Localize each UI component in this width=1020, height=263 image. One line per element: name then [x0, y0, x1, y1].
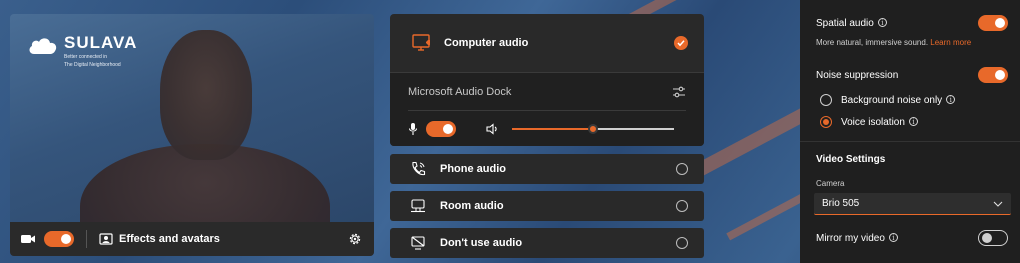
- noise-option-voice-isolation[interactable]: Voice isolation i: [820, 114, 1008, 130]
- noise-option-text: Voice isolation: [841, 116, 905, 128]
- phone-icon: [412, 161, 426, 176]
- spatial-audio-description: More natural, immersive sound. Learn mor…: [816, 36, 1008, 48]
- speaker-volume-slider[interactable]: [512, 124, 674, 134]
- speaker-icon: [486, 123, 497, 135]
- logo-tagline: Better connected in: [64, 54, 108, 60]
- info-icon[interactable]: i: [888, 232, 898, 242]
- learn-more-link[interactable]: Learn more: [930, 38, 971, 47]
- video-preview: SULAVA Better connected in The Digital N…: [10, 14, 374, 256]
- effects-and-avatars-button[interactable]: Effects and avatars: [119, 233, 220, 245]
- preview-toolbar: Effects and avatars: [10, 222, 374, 256]
- computer-audio-details: Microsoft Audio Dock: [390, 72, 704, 146]
- spatial-audio-label: Spatial audio: [816, 17, 874, 29]
- microphone-toggle[interactable]: [426, 121, 456, 137]
- noise-suppression-label: Noise suppression: [816, 69, 899, 81]
- info-icon[interactable]: i: [877, 17, 887, 27]
- device-settings-panel: Spatial audio i More natural, immersive s…: [800, 0, 1020, 263]
- audio-option-room[interactable]: Room audio: [390, 191, 704, 221]
- camera-label: Camera: [816, 178, 845, 188]
- spatial-audio-desc: More natural, immersive sound. Learn mor…: [816, 38, 971, 47]
- audio-option-label: Phone audio: [440, 163, 506, 175]
- noise-option-text: Background noise only: [841, 94, 943, 106]
- mirror-video-title: Mirror my video i: [816, 232, 978, 244]
- camera-icon: [21, 235, 35, 243]
- audio-option-phone[interactable]: Phone audio: [390, 154, 704, 184]
- volume-fill: [512, 128, 593, 130]
- spatial-audio-toggle[interactable]: [978, 15, 1008, 31]
- logo-tagline: The Digital Neighborhood: [64, 62, 121, 68]
- camera-field-label-row: Camera: [816, 177, 1008, 189]
- noise-suppression-toggle[interactable]: [978, 67, 1008, 83]
- info-icon[interactable]: i: [946, 94, 956, 104]
- cloud-logo-icon: [29, 38, 57, 54]
- mirror-video-toggle[interactable]: [978, 230, 1008, 246]
- audio-controls-row: [408, 111, 686, 147]
- no-audio-icon: [411, 236, 425, 250]
- mirror-video-row: Mirror my video i: [816, 229, 1008, 247]
- audio-option-radio[interactable]: [676, 163, 688, 175]
- volume-thumb[interactable]: [588, 124, 598, 134]
- noise-option-radio-selected[interactable]: [820, 116, 832, 128]
- effects-icon: [99, 233, 113, 245]
- spatial-audio-title: Spatial audio i: [816, 17, 978, 29]
- audio-option-label: Don't use audio: [440, 237, 523, 249]
- device-settings-icon[interactable]: [672, 86, 686, 98]
- logo-text: SULAVA Better connected in The Digital N…: [64, 33, 138, 69]
- company-logo: SULAVA Better connected in The Digital N…: [28, 34, 137, 68]
- camera-select[interactable]: Brio 505: [814, 193, 1011, 215]
- section-divider: [800, 141, 1020, 142]
- audio-option-none[interactable]: Don't use audio: [390, 228, 704, 258]
- audio-option-radio[interactable]: [676, 237, 688, 249]
- computer-audio-header[interactable]: Computer audio: [390, 14, 704, 72]
- noise-option-background[interactable]: Background noise only i: [820, 92, 1008, 108]
- person-head: [160, 30, 252, 160]
- mirror-video-label: Mirror my video: [816, 232, 885, 244]
- chevron-down-icon: [993, 201, 1003, 207]
- noise-suppression-row: Noise suppression: [816, 66, 1008, 84]
- audio-option-label: Room audio: [440, 200, 504, 212]
- audio-device-name: Microsoft Audio Dock: [408, 85, 512, 98]
- camera-toggle[interactable]: [44, 231, 74, 247]
- camera-select-value: Brio 505: [822, 198, 860, 209]
- computer-audio-icon: [412, 34, 430, 51]
- logo-name: SULAVA: [64, 33, 138, 52]
- gear-icon[interactable]: [348, 232, 362, 246]
- microphone-icon: [408, 123, 418, 135]
- audio-device-row[interactable]: Microsoft Audio Dock: [408, 73, 686, 111]
- selected-check-icon: [674, 36, 688, 50]
- info-icon[interactable]: i: [908, 116, 918, 126]
- noise-option-label: Voice isolation i: [841, 116, 918, 128]
- spatial-audio-row: Spatial audio i: [816, 14, 1008, 32]
- computer-audio-label: Computer audio: [444, 37, 529, 49]
- computer-audio-card[interactable]: Computer audio Microsoft Audio Dock: [390, 14, 704, 146]
- toolbar-divider: [86, 230, 87, 248]
- noise-option-radio[interactable]: [820, 94, 832, 106]
- video-settings-title: Video Settings: [816, 153, 886, 165]
- spatial-audio-desc-text: More natural, immersive sound.: [816, 37, 929, 47]
- room-icon: [411, 199, 425, 213]
- noise-option-label: Background noise only i: [841, 94, 956, 106]
- video-settings-heading: Video Settings: [816, 152, 1008, 166]
- audio-option-radio[interactable]: [676, 200, 688, 212]
